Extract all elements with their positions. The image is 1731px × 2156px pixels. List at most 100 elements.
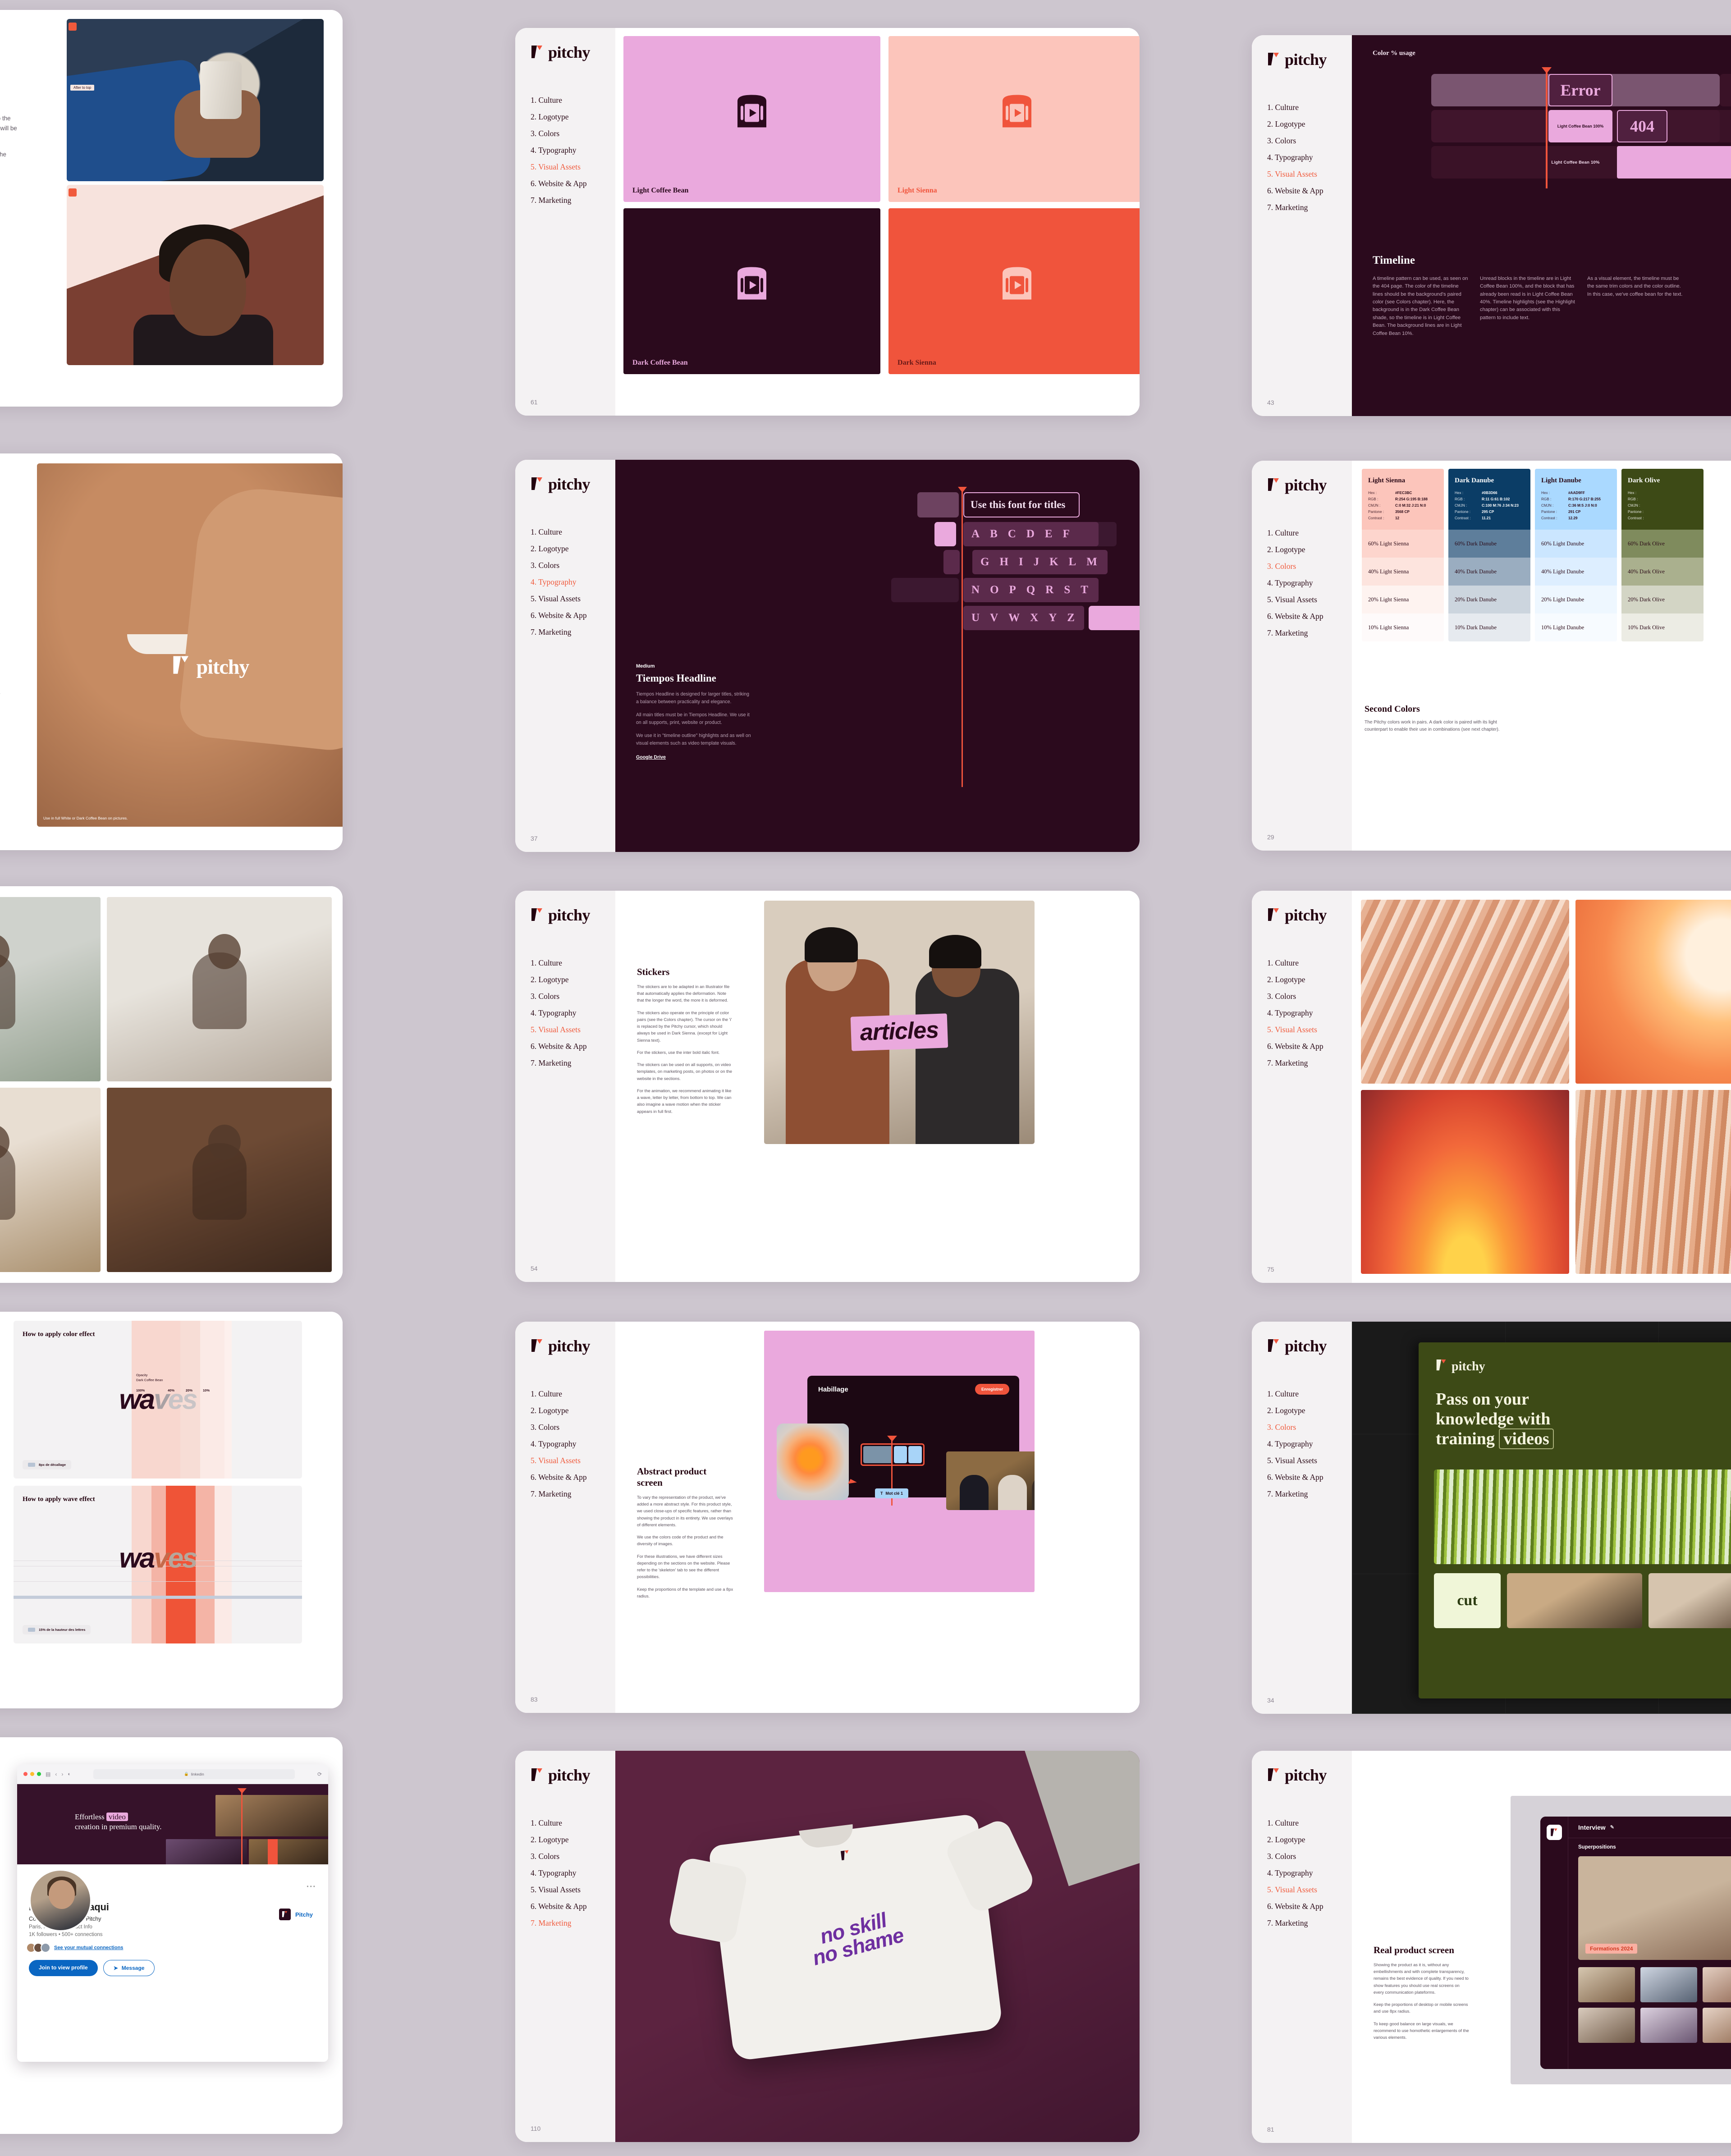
toc-item-colors[interactable]: 3. Colors <box>531 1852 615 1861</box>
toc-item-colors[interactable]: 3. Colors <box>1267 136 1352 146</box>
toc-item-website-app[interactable]: 6. Website & App <box>531 1473 615 1482</box>
toc-item-visual-assets[interactable]: 5. Visual Assets <box>531 1456 615 1465</box>
toc-item-website-app[interactable]: 6. Website & App <box>531 1902 615 1911</box>
pitchy-v-icon[interactable] <box>1547 1825 1562 1840</box>
toc-item-typography[interactable]: 4. Typography <box>531 146 615 155</box>
slide-card-linkedin[interactable]: ▤ ‹ › ◐ 🔒 linkedin ⟳ Effortless video cr… <box>0 1737 343 2134</box>
toc-item-logotype[interactable]: 2. Logotype <box>531 112 615 122</box>
mutual-connections[interactable]: See your mutual connections <box>26 1943 316 1953</box>
address-bar[interactable]: 🔒 linkedin <box>93 1769 295 1779</box>
thumbnail[interactable] <box>1703 2008 1731 2043</box>
toc-item-typography[interactable]: 4. Typography <box>531 1008 615 1018</box>
slide-card-gradients[interactable]: pitchy 1. Culture 2. Logotype 3. Colors … <box>1252 891 1731 1283</box>
asset-tile[interactable]: Light Sienna <box>888 36 1140 202</box>
thumbnail[interactable] <box>1703 1967 1731 2002</box>
asset-tile[interactable]: Dark Coffee Bean <box>623 208 880 374</box>
toc-item-visual-assets[interactable]: 5. Visual Assets <box>1267 169 1352 179</box>
keyword-chip[interactable]: T Mot clé 1 <box>875 1488 909 1498</box>
toc-item-website-app[interactable]: 6. Website & App <box>1267 1473 1352 1482</box>
shield-icon[interactable]: ◐ <box>68 1771 71 1777</box>
timeline-playhead[interactable] <box>958 487 967 787</box>
toc-item-logotype[interactable]: 2. Logotype <box>1267 1835 1352 1845</box>
toc-item-logotype[interactable]: 2. Logotype <box>1267 975 1352 984</box>
google-drive-link[interactable]: Google Drive <box>636 755 666 760</box>
toc-item-culture[interactable]: 1. Culture <box>1267 1389 1352 1399</box>
toc-item-marketing[interactable]: 7. Marketing <box>1267 1058 1352 1068</box>
toc-item-marketing[interactable]: 7. Marketing <box>531 196 615 205</box>
toc-item-visual-assets[interactable]: 5. Visual Assets <box>1267 1456 1352 1465</box>
toc-item-logotype[interactable]: 2. Logotype <box>1267 545 1352 554</box>
timeline-clip-group[interactable] <box>861 1443 925 1466</box>
save-button[interactable]: Enregistrer <box>975 1384 1009 1395</box>
slide-card-second-colors[interactable]: pitchy 1. Culture 2. Logotype 3. Colors … <box>1252 461 1731 851</box>
toc-item-culture[interactable]: 1. Culture <box>531 527 615 537</box>
company-badge[interactable]: Pitchy <box>279 1909 313 1920</box>
toc-item-website-app[interactable]: 6. Website & App <box>1267 186 1352 196</box>
toc-item-marketing[interactable]: 7. Marketing <box>531 1489 615 1499</box>
toc-item-colors[interactable]: 3. Colors <box>531 992 615 1001</box>
color-swatch-column[interactable]: Dark Danube Hex : #0B3D66 RGB : R:11 G:61 … <box>1448 469 1530 641</box>
toc-item-visual-assets[interactable]: 5. Visual Assets <box>531 594 615 604</box>
toc-item-website-app[interactable]: 6. Website & App <box>1267 1902 1352 1911</box>
toc-item-typography[interactable]: 4. Typography <box>531 577 615 587</box>
toc-item-culture[interactable]: 1. Culture <box>531 96 615 105</box>
toc-item-logotype[interactable]: 2. Logotype <box>1267 1406 1352 1415</box>
toc-item-marketing[interactable]: 7. Marketing <box>1267 203 1352 212</box>
toc-item-culture[interactable]: 1. Culture <box>531 958 615 968</box>
toc-item-typography[interactable]: 4. Typography <box>1267 1868 1352 1878</box>
toc-item-visual-assets[interactable]: 5. Visual Assets <box>1267 595 1352 604</box>
slide-card-real-product[interactable]: pitchy 1. Culture 2. Logotype 3. Colors … <box>1252 1751 1731 2143</box>
slide-card-typography[interactable]: pitchy 1. Culture 2. Logotype 3. Colors … <box>515 460 1140 852</box>
thumbnail[interactable] <box>1640 1967 1697 2002</box>
toc-item-typography[interactable]: 4. Typography <box>531 1439 615 1449</box>
toc-item-typography[interactable]: 4. Typography <box>1267 1439 1352 1449</box>
toc-item-typography[interactable]: 4. Typography <box>1267 578 1352 588</box>
toc-item-marketing[interactable]: 7. Marketing <box>1267 628 1352 638</box>
toc-item-website-app[interactable]: 6. Website & App <box>1267 612 1352 621</box>
slide-card-stickers[interactable]: pitchy 1. Culture 2. Logotype 3. Colors … <box>515 891 1140 1282</box>
slide-card-logo-on-photo[interactable]: the logo are n based or. , the logo comb… <box>0 453 343 850</box>
toc-item-culture[interactable]: 1. Culture <box>1267 958 1352 968</box>
toc-item-logotype[interactable]: 2. Logotype <box>531 1835 615 1845</box>
toc-item-colors[interactable]: 3. Colors <box>1267 992 1352 1001</box>
toc-item-colors[interactable]: 3. Colors <box>1267 1852 1352 1861</box>
thumbnail[interactable] <box>1640 2008 1697 2043</box>
thumbnail[interactable] <box>1578 1967 1635 2002</box>
toc-item-website-app[interactable]: 6. Website & App <box>531 611 615 620</box>
toc-item-culture[interactable]: 1. Culture <box>1267 103 1352 112</box>
toc-item-logotype[interactable]: 2. Logotype <box>531 1406 615 1415</box>
toc-item-visual-assets[interactable]: 5. Visual Assets <box>1267 1025 1352 1035</box>
message-button[interactable]: ➤ Message <box>103 1960 155 1976</box>
toc-item-visual-assets[interactable]: 5. Visual Assets <box>531 1885 615 1895</box>
slide-card-poster[interactable]: pitchy 1. Culture 2. Logotype 3. Colors … <box>1252 1322 1731 1714</box>
slide-card-shapes[interactable]: es n only be created on right, or left).… <box>0 10 343 407</box>
forward-icon[interactable]: › <box>61 1771 63 1777</box>
toc-item-website-app[interactable]: 6. Website & App <box>1267 1042 1352 1051</box>
slide-card-abstract-product[interactable]: pitchy 1. Culture 2. Logotype 3. Colors … <box>515 1322 1140 1713</box>
slide-card-timeline[interactable]: pitchy 1. Culture 2. Logotype 3. Colors … <box>1252 35 1731 416</box>
join-to-view-profile-button[interactable]: Join to view profile <box>29 1960 98 1976</box>
toc-item-typography[interactable]: 4. Typography <box>1267 153 1352 162</box>
toc-item-logotype[interactable]: 2. Logotype <box>531 975 615 984</box>
asset-tile[interactable]: Light Coffee Bean <box>623 36 880 202</box>
toc-item-colors[interactable]: 3. Colors <box>531 129 615 138</box>
timeline-playhead[interactable] <box>1542 67 1552 188</box>
toc-item-marketing[interactable]: 7. Marketing <box>531 1058 615 1068</box>
slide-card-tshirt[interactable]: pitchy 1. Culture 2. Logotype 3. Colors … <box>515 1751 1140 2142</box>
toc-item-marketing[interactable]: 7. Marketing <box>1267 1489 1352 1499</box>
toc-item-colors[interactable]: 3. Colors <box>1267 1423 1352 1432</box>
toc-item-colors[interactable]: 3. Colors <box>531 561 615 570</box>
toc-item-logotype[interactable]: 2. Logotype <box>1267 119 1352 129</box>
slide-card-waves[interactable]: ave s only applicable in You can only us… <box>0 1312 343 1708</box>
toc-item-logotype[interactable]: 2. Logotype <box>531 544 615 554</box>
toc-item-culture[interactable]: 1. Culture <box>1267 528 1352 538</box>
toc-item-colors[interactable]: 3. Colors <box>1267 562 1352 571</box>
toc-item-culture[interactable]: 1. Culture <box>1267 1818 1352 1828</box>
color-swatch-column[interactable]: Dark Olive Hex : RGB : CMJN : Pantone : … <box>1621 469 1704 641</box>
asset-tile[interactable]: Dark Sienna <box>888 208 1140 374</box>
color-swatch-column[interactable]: Light Sienna Hex : #FEC3BC RGB : R:254 G:1… <box>1362 469 1444 641</box>
more-options-icon[interactable]: ••• <box>307 1883 316 1890</box>
toc-item-culture[interactable]: 1. Culture <box>531 1389 615 1399</box>
toc-item-visual-assets[interactable]: 5. Visual Assets <box>531 162 615 172</box>
slide-card-photo-grid[interactable] <box>0 886 343 1283</box>
